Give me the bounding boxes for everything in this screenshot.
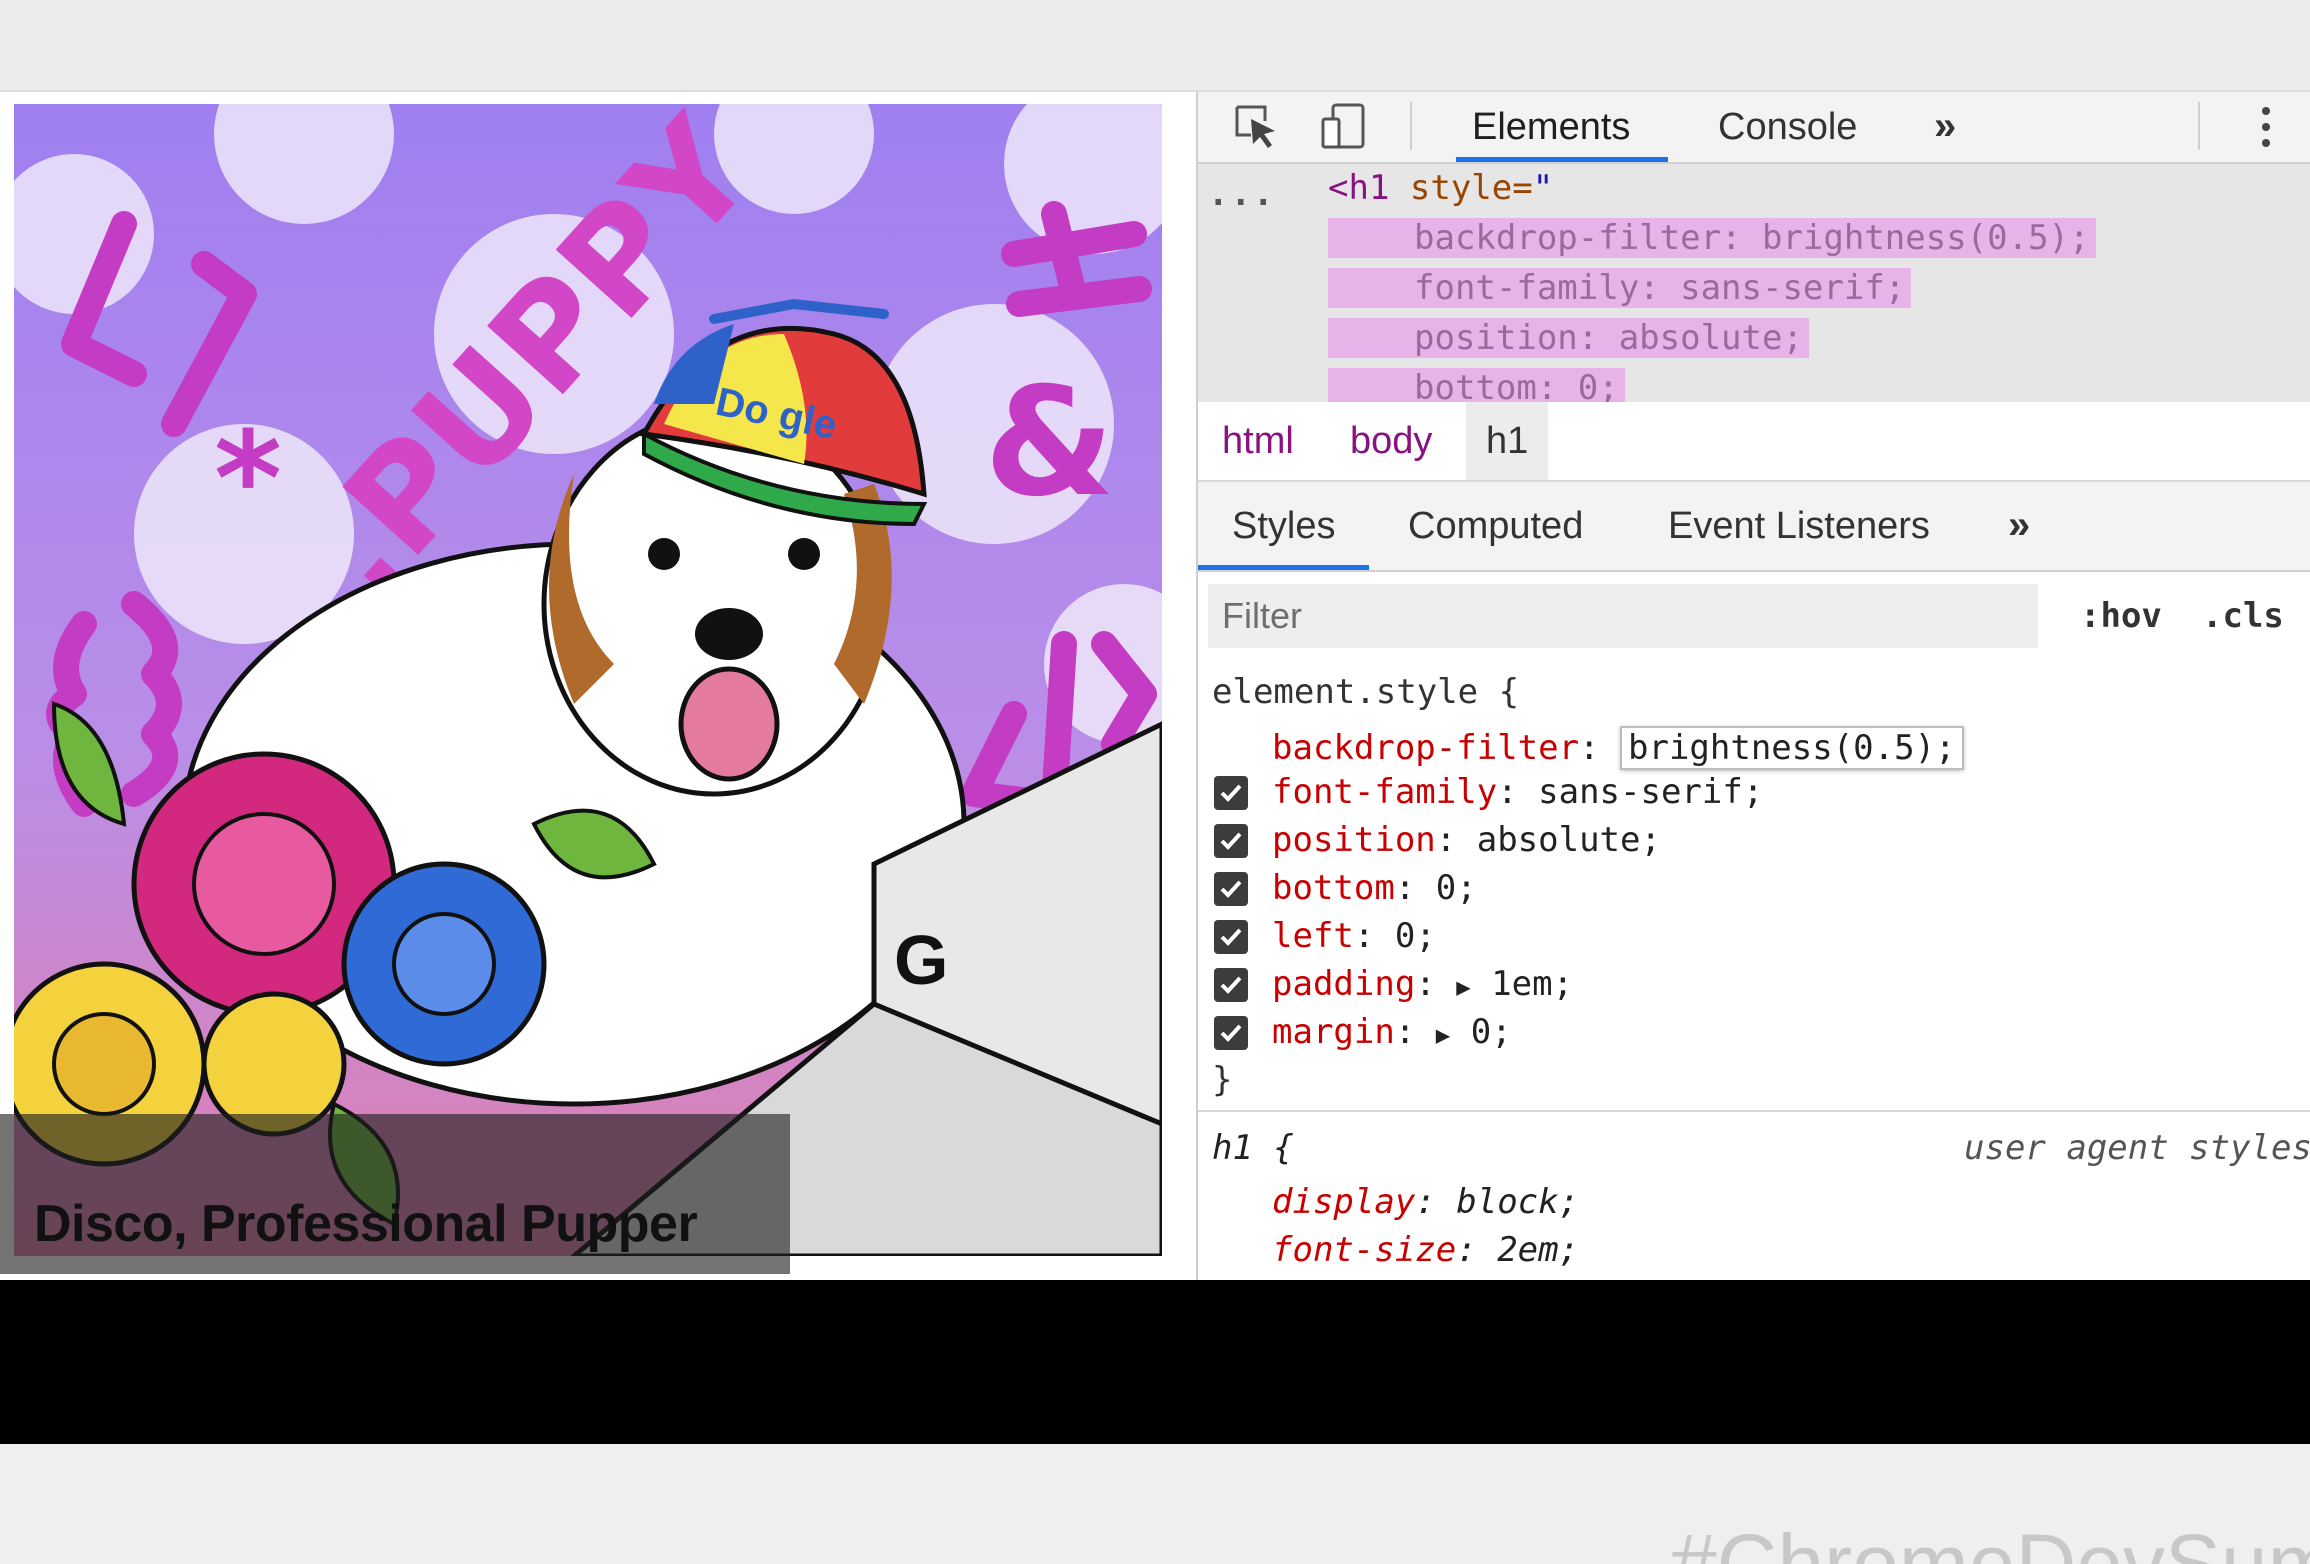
h1-caption-text: Disco, Professional Pupper [34, 1195, 698, 1253]
device-toolbar-icon[interactable] [1316, 98, 1372, 154]
prop-name[interactable]: bottom [1272, 868, 1395, 908]
rule-close-brace: } [1212, 1060, 1233, 1100]
expand-triangle-icon[interactable]: ▶ [1436, 1021, 1450, 1049]
h1-rule-selector: h1 { [1212, 1128, 1294, 1168]
prop-value[interactable]: absolute; [1477, 820, 1661, 860]
style-prop-editing[interactable]: backdrop-filter: brightness(0.5); [1272, 726, 1964, 770]
laptop-logo: G [894, 921, 948, 999]
dom-ellipsis[interactable]: ... [1208, 174, 1275, 214]
toolbar-separator [1410, 102, 1412, 150]
dom-style-line: backdrop-filter: brightness(0.5); [1328, 218, 2096, 258]
prop-value[interactable]: 0; [1436, 868, 1477, 908]
prop-checkbox[interactable] [1214, 872, 1248, 906]
hov-button[interactable]: :hov [2080, 584, 2162, 648]
svg-text:&: & [984, 356, 1115, 530]
prop-name[interactable]: padding [1272, 964, 1415, 1004]
dom-attr-quote: " [1532, 168, 1554, 208]
prop-value[interactable]: 0; [1395, 916, 1436, 956]
dom-attr-name: style= [1389, 168, 1533, 208]
style-prop[interactable]: padding: ▶ 1em; [1272, 964, 1573, 1004]
more-tabs-button[interactable]: » [1934, 92, 1956, 162]
toolbar-separator-right [2198, 102, 2200, 150]
style-prop[interactable]: font-family: sans-serif; [1272, 772, 1763, 812]
prop-name[interactable]: position [1272, 820, 1436, 860]
breadcrumb-html[interactable]: html [1222, 402, 1294, 480]
footer: #ChromeDevSummit [0, 1444, 2310, 1564]
prop-name: font-size [1272, 1230, 1457, 1270]
inspect-element-icon[interactable] [1228, 98, 1284, 154]
prop-checkbox[interactable] [1214, 824, 1248, 858]
tab-console[interactable]: Console [1718, 92, 1857, 162]
puppy-artwork: & * .PUPPY Do gle G [14, 104, 1162, 1256]
rule-source: user agent styles [1964, 1128, 2310, 1168]
prop-value[interactable]: 1em; [1491, 964, 1573, 1004]
more-subtabs-button[interactable]: » [2008, 482, 2030, 570]
prop-name[interactable]: backdrop-filter [1272, 728, 1579, 768]
style-prop[interactable]: left: 0; [1272, 916, 1436, 956]
style-prop[interactable]: bottom: 0; [1272, 868, 1477, 908]
element-style-selector: element.style { [1212, 672, 1520, 712]
svg-text:*: * [214, 403, 282, 555]
prop-checkbox[interactable] [1214, 920, 1248, 954]
filter-input[interactable] [1208, 584, 2038, 648]
prop-name[interactable]: left [1272, 916, 1354, 956]
sidebar-tabs: Styles Computed Event Listeners » [1198, 482, 2310, 572]
style-prop: display: block; [1272, 1182, 1580, 1222]
dom-style-line: position: absolute; [1328, 318, 1809, 358]
tab-styles[interactable]: Styles [1198, 482, 1371, 570]
prop-checkbox[interactable] [1214, 776, 1248, 810]
tab-event-listeners[interactable]: Event Listeners [1668, 482, 1930, 570]
breadcrumb-h1[interactable]: h1 [1466, 402, 1549, 480]
more-options-icon[interactable] [2246, 92, 2286, 162]
breadcrumb: html body h1 [1198, 402, 2310, 482]
prop-value: block; [1456, 1182, 1580, 1222]
dom-h1-open[interactable]: <h1 style=" [1328, 168, 1553, 208]
prop-checkbox[interactable] [1214, 1016, 1248, 1050]
prop-name[interactable]: margin [1272, 1012, 1395, 1052]
filter-row: :hov .cls [1198, 572, 2310, 662]
top-strip [0, 0, 2310, 92]
prop-value: 2em; [1497, 1230, 1580, 1270]
black-bar [0, 1280, 2310, 1444]
rule-divider [1198, 1110, 2310, 1112]
dom-tag: <h1 [1328, 168, 1390, 208]
dom-tree[interactable]: ... <h1 style=" backdrop-filter: brightn… [1198, 164, 2310, 402]
prop-name[interactable]: font-family [1272, 772, 1497, 812]
prop-value[interactable]: sans-serif; [1538, 772, 1763, 812]
page-viewport: & * .PUPPY Do gle G Disco, Professional … [0, 92, 1190, 1280]
dom-style-line: font-family: sans-serif; [1328, 268, 1912, 308]
devtools-panel: Elements Console » ... <h1 style=" backd… [1196, 92, 2310, 1280]
styles-pane: element.style { backdrop-filter: brightn… [1198, 664, 2310, 1280]
style-prop[interactable]: position: absolute; [1272, 820, 1661, 860]
prop-value-editor[interactable]: brightness(0.5); [1620, 726, 1964, 770]
h1-caption-overlay: Disco, Professional Pupper [0, 1114, 790, 1274]
event-hashtag: #ChromeDevSummit [1670, 1517, 2310, 1564]
expand-triangle-icon[interactable]: ▶ [1456, 973, 1470, 1001]
dom-style-line: bottom: 0; [1328, 368, 1625, 402]
prop-value[interactable]: 0; [1471, 1012, 1512, 1052]
prop-name: display [1272, 1182, 1416, 1222]
cls-button[interactable]: .cls [2202, 584, 2284, 648]
tab-computed[interactable]: Computed [1408, 482, 1583, 570]
tab-elements[interactable]: Elements [1455, 92, 1669, 162]
breadcrumb-body[interactable]: body [1350, 402, 1432, 480]
style-prop: font-size: 2em; [1272, 1230, 1580, 1270]
prop-checkbox[interactable] [1214, 968, 1248, 1002]
devtools-toolbar: Elements Console » [1198, 92, 2310, 164]
style-prop[interactable]: margin: ▶ 0; [1272, 1012, 1512, 1052]
